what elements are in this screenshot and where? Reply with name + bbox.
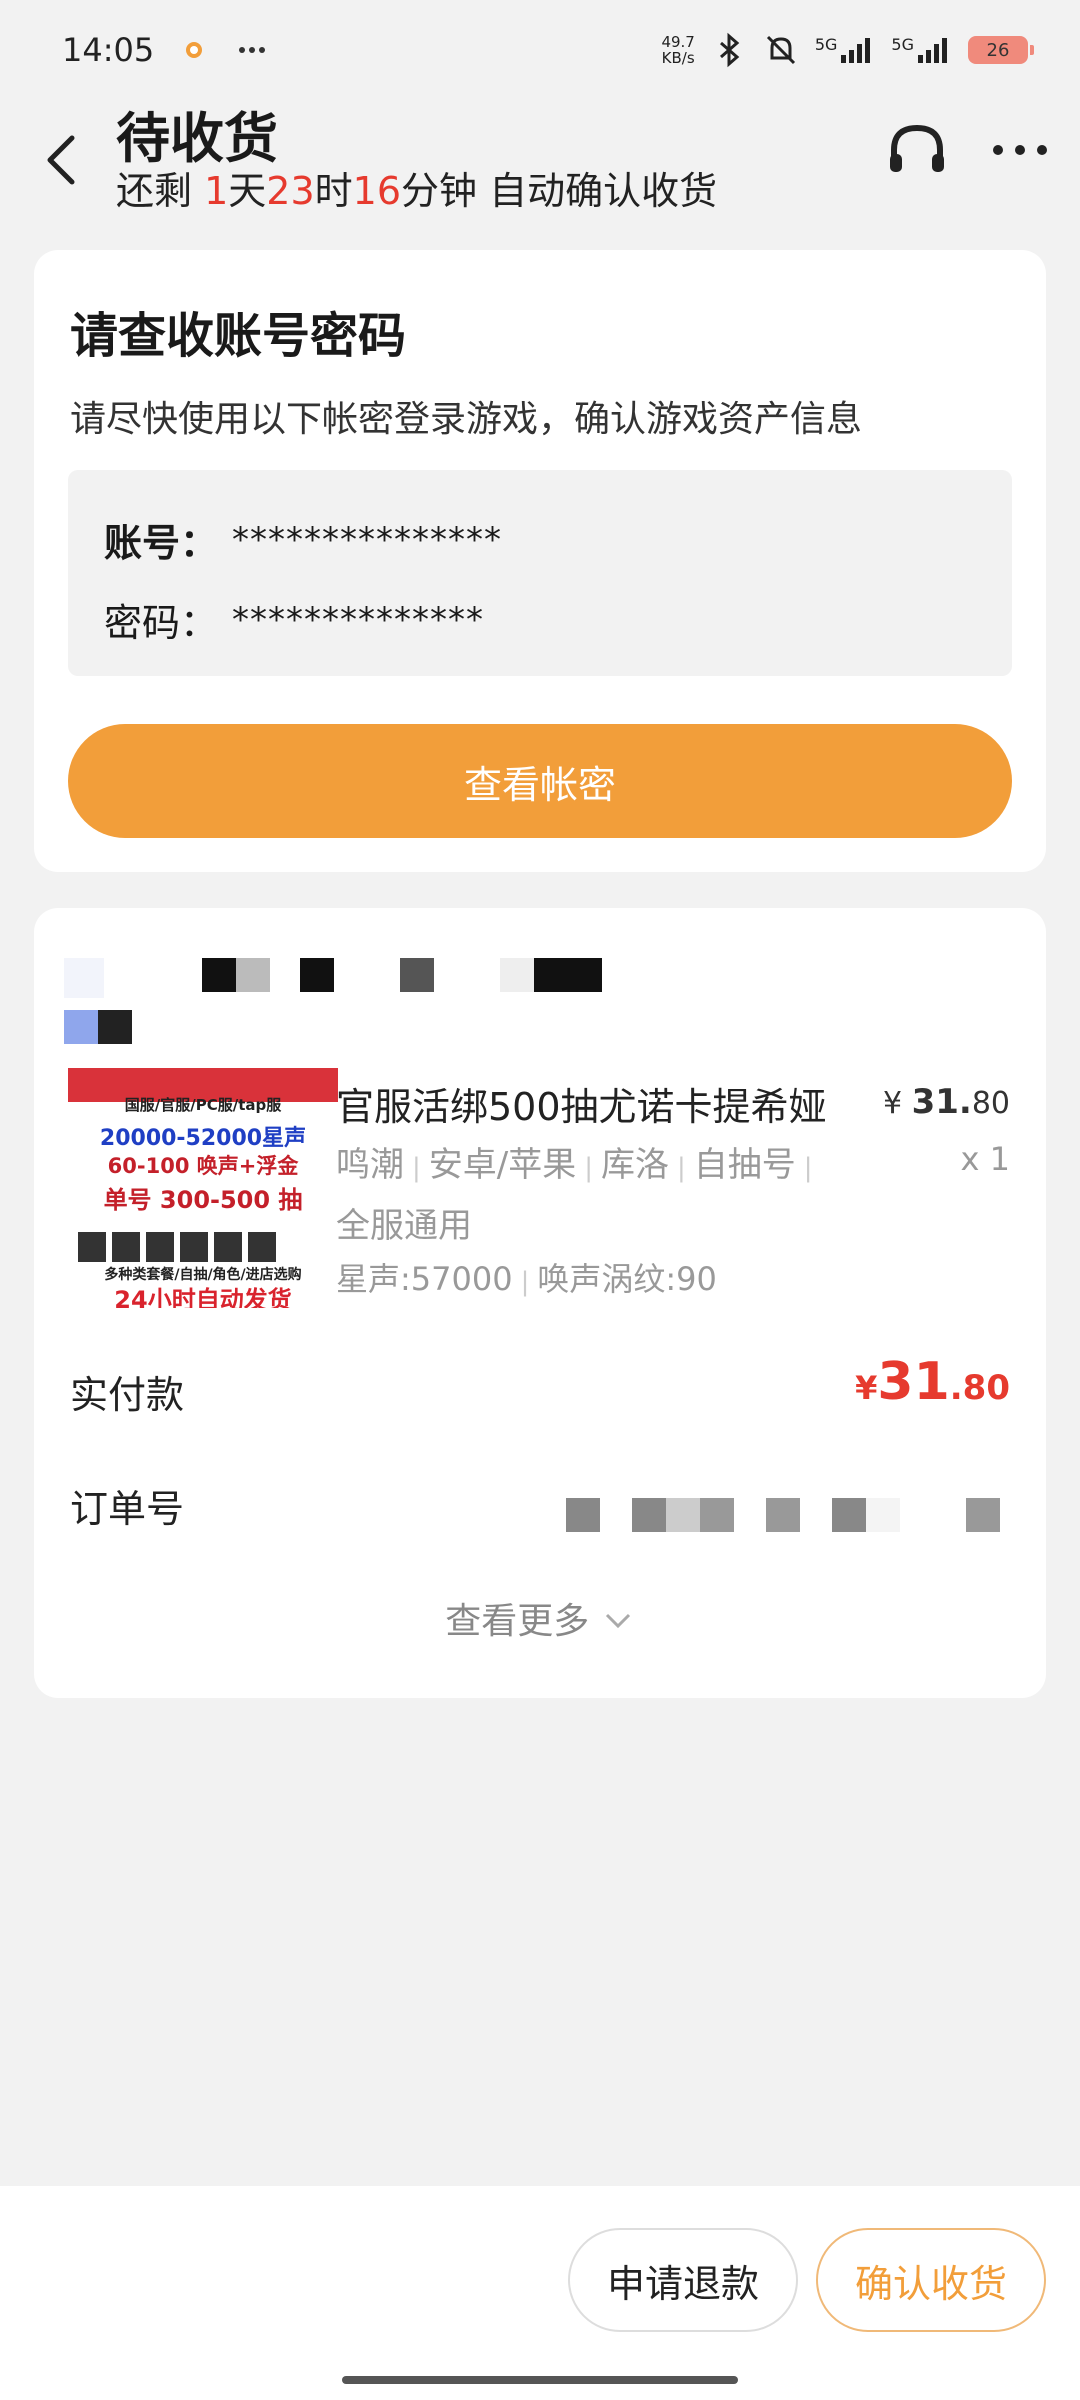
countdown-days-unit: 天 <box>228 169 267 213</box>
order-number-redacted <box>566 1498 1006 1532</box>
more-notifications-icon <box>239 47 266 53</box>
countdown-minutes: 16 <box>352 169 402 213</box>
account-label: 账号： <box>104 521 219 565</box>
stat: 星声:57000 <box>336 1260 513 1298</box>
back-icon[interactable] <box>36 130 86 190</box>
credentials-title: 请查收账号密码 <box>70 308 407 364</box>
signal-2-label: 5G <box>891 35 914 54</box>
bottom-action-bar: 申请退款 确认收货 <box>0 2186 1080 2400</box>
credentials-box: 账号： *************** 密码： ************** <box>68 470 1012 676</box>
paid-amount-label: 实付款 <box>70 1373 185 1417</box>
paid-symbol: ¥ <box>855 1369 878 1407</box>
countdown-hours-unit: 时 <box>314 169 353 213</box>
stat: 唤声涡纹:90 <box>537 1260 717 1298</box>
product-image-text: 国服/官服/PC服/tap服 <box>124 1096 282 1114</box>
more-options-icon[interactable] <box>990 130 1050 170</box>
account-row: 账号： *************** <box>104 512 502 567</box>
signal-bars-icon <box>841 38 871 63</box>
status-time: 14:05 <box>62 31 155 69</box>
battery-level: 26 <box>986 39 1010 61</box>
netspeed-value: 49.7 <box>661 33 695 51</box>
status-bar: 14:05 49.7 KB/s 5G 5G 26 <box>0 0 1080 100</box>
credentials-description: 请尽快使用以下帐密登录游戏，确认游戏资产信息 <box>70 399 863 440</box>
credentials-card: 请查收账号密码 请尽快使用以下帐密登录游戏，确认游戏资产信息 账号： *****… <box>34 250 1046 872</box>
signal-1: 5G <box>815 35 876 65</box>
signal-1-label: 5G <box>814 35 838 54</box>
countdown-days: 1 <box>204 169 229 213</box>
notification-app-icon <box>186 42 203 58</box>
signal-bars-icon <box>918 38 947 63</box>
paid-amount-value: ¥31.80 <box>855 1352 1010 1412</box>
customer-service-icon[interactable] <box>884 118 950 184</box>
product-image-text: 60-100 唤声+浮金 <box>107 1154 299 1178</box>
product-image-text: 24小时自动发货 <box>114 1286 292 1308</box>
price-int: 31. <box>911 1082 972 1122</box>
product-tags: 鸣潮 | 安卓/苹果 | 库洛 | 自抽号 | 全服通用 <box>336 1145 813 1246</box>
tag: 安卓/苹果 <box>428 1145 577 1185</box>
product-title[interactable]: 官服活绑500抽尤诺卡提希娅 <box>336 1076 827 1131</box>
countdown-hours: 23 <box>266 169 315 213</box>
product-price: ¥ 31.80 <box>883 1082 1010 1122</box>
password-row: 密码： ************** <box>104 592 484 647</box>
countdown-suffix: 分钟 自动确认收货 <box>401 169 718 213</box>
password-value: ************** <box>232 599 485 640</box>
account-value: *************** <box>232 519 503 560</box>
product-image[interactable]: 国服/官服/PC服/tap服 20000-52000星声 60-100 唤声+浮… <box>68 1068 338 1308</box>
confirm-receipt-button[interactable]: 确认收货 <box>816 2228 1046 2332</box>
product-image-text: 20000-52000星声 <box>99 1126 307 1151</box>
home-indicator[interactable] <box>342 2376 738 2384</box>
product-image-thumbnails <box>78 1232 276 1262</box>
auto-confirm-countdown: 还剩 1天23时16分钟 自动确认收货 <box>116 160 717 215</box>
netspeed-unit: KB/s <box>661 49 695 67</box>
refund-button[interactable]: 申请退款 <box>568 2228 798 2332</box>
price-dec: 80 <box>971 1086 1010 1121</box>
paid-int: 31 <box>877 1352 950 1412</box>
price-symbol: ¥ <box>882 1086 903 1121</box>
tag: 全服通用 <box>336 1206 472 1246</box>
product-quantity: x 1 <box>960 1140 1010 1178</box>
bluetooth-icon <box>719 32 740 68</box>
mute-icon <box>766 35 795 65</box>
battery-icon: 26 <box>968 36 1034 64</box>
password-label: 密码： <box>104 601 219 645</box>
paid-dec: .80 <box>949 1368 1010 1408</box>
view-credentials-button[interactable]: 查看帐密 <box>68 724 1012 838</box>
see-more-button[interactable]: 查看更多 <box>34 1592 1046 1644</box>
see-more-label: 查看更多 <box>445 1601 590 1642</box>
tag: 鸣潮 <box>336 1145 404 1185</box>
signal-2: 5G <box>891 35 952 65</box>
tag: 库洛 <box>601 1145 669 1185</box>
product-image-text: 单号 300-500 抽 <box>103 1186 303 1214</box>
tag: 自抽号 <box>693 1145 796 1185</box>
product-stats: 星声:57000 | 唤声涡纹:90 <box>336 1260 717 1298</box>
page-header: 待收货 还剩 1天23时16分钟 自动确认收货 <box>0 100 1080 220</box>
store-info-redacted <box>64 958 624 1048</box>
countdown-prefix: 还剩 <box>116 169 205 213</box>
order-number-label: 订单号 <box>70 1487 185 1531</box>
network-speed: 49.7 KB/s <box>661 34 694 66</box>
order-card: 国服/官服/PC服/tap服 20000-52000星声 60-100 唤声+浮… <box>34 908 1046 1698</box>
chevron-down-icon <box>605 1613 630 1629</box>
